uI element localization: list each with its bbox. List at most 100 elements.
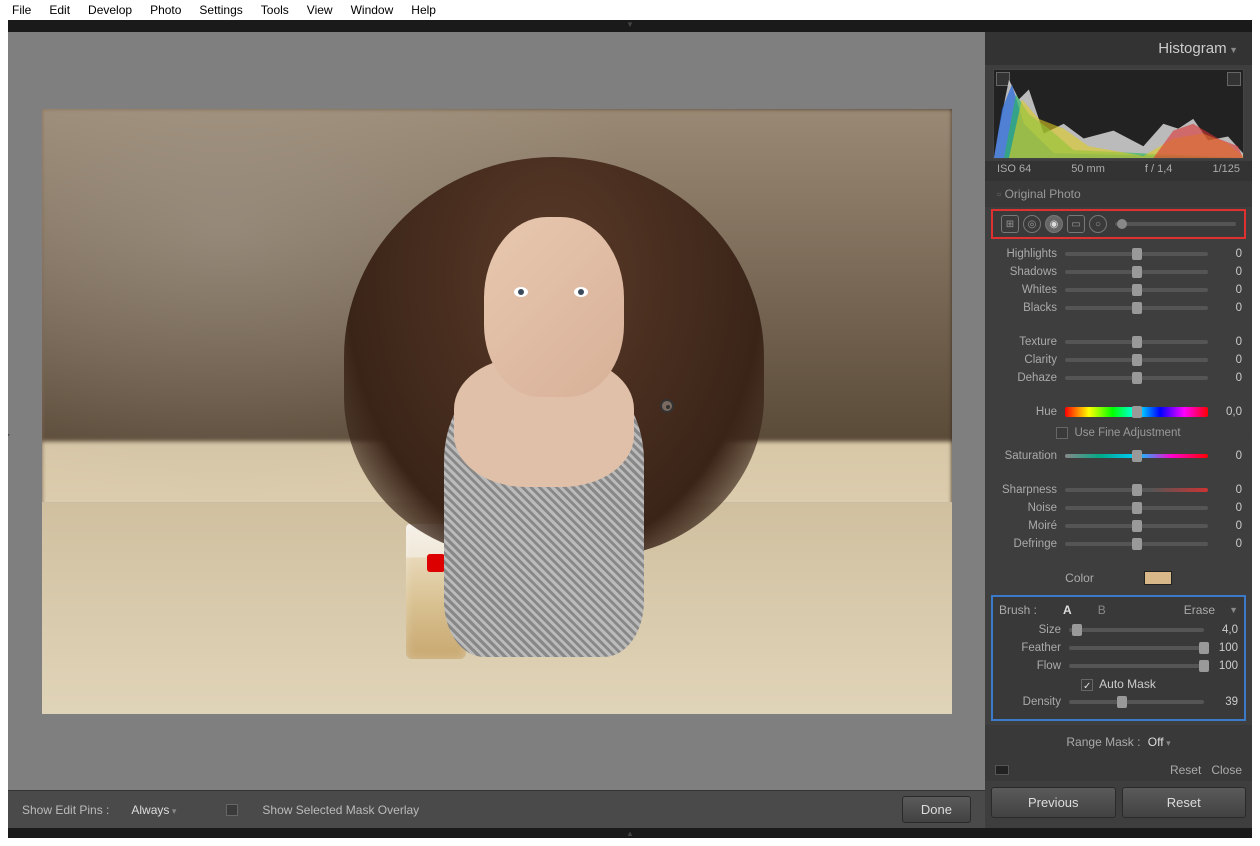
iso-value: ISO 64 (997, 163, 1031, 175)
right-panel: Histogram ISO 64 50 mm f / 1,4 (985, 32, 1252, 828)
density-slider[interactable] (1069, 700, 1204, 704)
hue-value[interactable]: 0,0 (1216, 406, 1242, 418)
focal-length: 50 mm (1071, 163, 1105, 175)
menu-file[interactable]: File (4, 1, 39, 19)
previous-button[interactable]: Previous (991, 787, 1116, 818)
menu-window[interactable]: Window (343, 1, 402, 19)
radial-tool-icon[interactable]: ○ (1089, 215, 1107, 233)
show-overlay-label: Show Selected Mask Overlay (262, 803, 419, 817)
blacks-value[interactable]: 0 (1216, 302, 1242, 314)
whites-label: Whites (995, 284, 1057, 296)
auto-mask-checkbox[interactable] (1081, 679, 1093, 691)
brush-section: Brush : A B Erase Size 4,0 Feather 100 Flow 1… (991, 595, 1246, 721)
spot-tool-icon[interactable]: ◎ (1023, 215, 1041, 233)
saturation-slider[interactable] (1065, 454, 1208, 458)
shadows-label: Shadows (995, 266, 1057, 278)
moir-slider[interactable] (1065, 524, 1208, 528)
crop-tool-icon[interactable]: ⊞ (1001, 215, 1019, 233)
canvas-area: Show Edit Pins : Always Show Selected Ma… (8, 32, 985, 828)
menubar: File Edit Develop Photo Settings Tools V… (0, 0, 1260, 20)
shadows-slider[interactable] (1065, 270, 1208, 274)
highlights-label: Highlights (995, 248, 1057, 260)
menu-edit[interactable]: Edit (41, 1, 78, 19)
panel-switch[interactable] (995, 765, 1009, 775)
texture-slider[interactable] (1065, 340, 1208, 344)
noise-value[interactable]: 0 (1216, 502, 1242, 514)
feather-value[interactable]: 100 (1212, 642, 1238, 654)
saturation-label: Saturation (995, 450, 1057, 462)
done-button[interactable]: Done (902, 796, 971, 823)
feather-slider[interactable] (1069, 646, 1204, 650)
clarity-value[interactable]: 0 (1216, 354, 1242, 366)
histogram-header[interactable]: Histogram (985, 32, 1252, 65)
menu-tools[interactable]: Tools (253, 1, 297, 19)
brush-label: Brush : (999, 603, 1037, 617)
sharpness-slider[interactable] (1065, 488, 1208, 492)
tool-strip: ⊞ ◎ ◉ ▭ ○ (991, 209, 1246, 239)
brush-b[interactable]: B (1098, 603, 1106, 617)
brush-tool-slider[interactable] (1115, 222, 1236, 226)
menu-help[interactable]: Help (403, 1, 444, 19)
defringe-slider[interactable] (1065, 542, 1208, 546)
panel-close-link[interactable]: Close (1211, 763, 1242, 777)
highlights-slider[interactable] (1065, 252, 1208, 256)
feather-label: Feather (999, 642, 1061, 654)
defringe-label: Defringe (995, 538, 1057, 550)
reset-button[interactable]: Reset (1122, 787, 1247, 818)
blacks-label: Blacks (995, 302, 1057, 314)
color-label: Color (1065, 571, 1094, 585)
redeye-tool-icon[interactable]: ◉ (1045, 215, 1063, 233)
whites-value[interactable]: 0 (1216, 284, 1242, 296)
range-mask-dropdown[interactable]: Off (1148, 735, 1171, 749)
menu-settings[interactable]: Settings (191, 1, 250, 19)
size-label: Size (999, 624, 1061, 636)
menu-photo[interactable]: Photo (142, 1, 189, 19)
show-edit-pins-label: Show Edit Pins : (22, 803, 109, 817)
moir-value[interactable]: 0 (1216, 520, 1242, 532)
gradient-tool-icon[interactable]: ▭ (1067, 215, 1085, 233)
texture-value[interactable]: 0 (1216, 336, 1242, 348)
hue-slider[interactable] (1065, 407, 1208, 417)
fine-adjustment-checkbox[interactable] (1056, 427, 1068, 439)
size-slider[interactable] (1069, 628, 1204, 632)
menu-view[interactable]: View (299, 1, 341, 19)
shadows-value[interactable]: 0 (1216, 266, 1242, 278)
flow-label: Flow (999, 660, 1061, 672)
show-edit-pins-dropdown[interactable]: Always (131, 803, 176, 817)
dehaze-value[interactable]: 0 (1216, 372, 1242, 384)
brush-erase[interactable]: Erase (1184, 603, 1215, 617)
density-label: Density (999, 696, 1061, 708)
bottom-panel-grip[interactable] (8, 828, 1252, 838)
top-panel-grip[interactable] (8, 20, 1252, 32)
sharpness-value[interactable]: 0 (1216, 484, 1242, 496)
histogram[interactable] (993, 69, 1244, 159)
clarity-slider[interactable] (1065, 358, 1208, 362)
whites-slider[interactable] (1065, 288, 1208, 292)
flow-value[interactable]: 100 (1212, 660, 1238, 672)
blacks-slider[interactable] (1065, 306, 1208, 310)
sharpness-label: Sharpness (995, 484, 1057, 496)
defringe-value[interactable]: 0 (1216, 538, 1242, 550)
canvas-toolbar: Show Edit Pins : Always Show Selected Ma… (8, 790, 985, 828)
range-mask-label: Range Mask : (1066, 735, 1140, 749)
clarity-label: Clarity (995, 354, 1057, 366)
flow-slider[interactable] (1069, 664, 1204, 668)
noise-slider[interactable] (1065, 506, 1208, 510)
dehaze-slider[interactable] (1065, 376, 1208, 380)
shutter-speed: 1/125 (1212, 163, 1240, 175)
auto-mask-label: Auto Mask (1099, 677, 1156, 691)
original-photo-toggle[interactable]: Original Photo (985, 181, 1252, 207)
color-swatch[interactable] (1144, 571, 1172, 585)
fine-adjustment-label: Use Fine Adjustment (1074, 427, 1180, 439)
brush-a[interactable]: A (1063, 603, 1072, 617)
moir-label: Moiré (995, 520, 1057, 532)
density-value[interactable]: 39 (1212, 696, 1238, 708)
size-value[interactable]: 4,0 (1212, 624, 1238, 636)
photo-metadata: ISO 64 50 mm f / 1,4 1/125 (985, 161, 1252, 181)
photo-canvas[interactable] (42, 109, 952, 714)
panel-reset-link[interactable]: Reset (1170, 763, 1201, 777)
menu-develop[interactable]: Develop (80, 1, 140, 19)
saturation-value[interactable]: 0 (1216, 450, 1242, 462)
show-overlay-checkbox[interactable] (226, 804, 238, 816)
highlights-value[interactable]: 0 (1216, 248, 1242, 260)
